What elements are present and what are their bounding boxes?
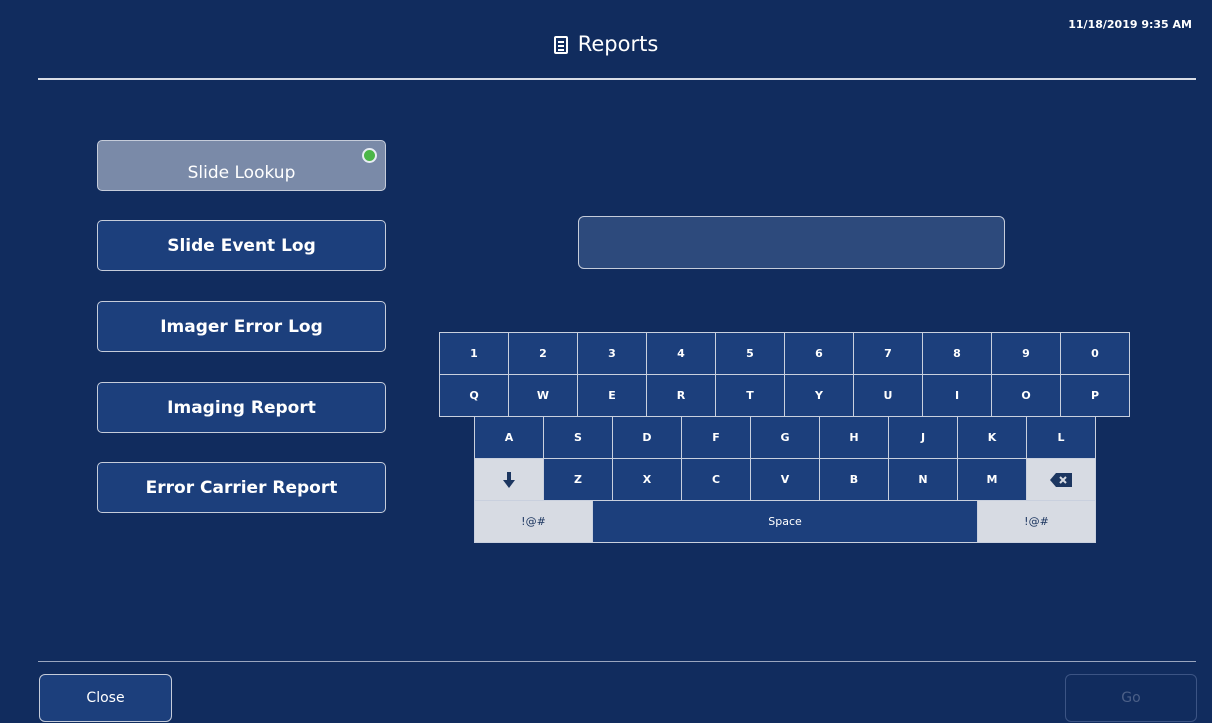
timestamp: 11/18/2019 9:35 AM bbox=[1068, 18, 1192, 31]
key-8[interactable]: 8 bbox=[922, 332, 992, 375]
key-q[interactable]: Q bbox=[439, 374, 509, 417]
key-0[interactable]: 0 bbox=[1060, 332, 1130, 375]
keyboard-row-zxcv: Z X C V B N M bbox=[474, 458, 1096, 501]
key-i[interactable]: I bbox=[922, 374, 992, 417]
key-7[interactable]: 7 bbox=[853, 332, 923, 375]
key-9[interactable]: 9 bbox=[991, 332, 1061, 375]
error-carrier-report-label: Error Carrier Report bbox=[145, 477, 338, 498]
key-1[interactable]: 1 bbox=[439, 332, 509, 375]
key-o[interactable]: O bbox=[991, 374, 1061, 417]
slide-lookup-button[interactable]: Slide Lookup bbox=[97, 140, 386, 191]
key-p[interactable]: P bbox=[1060, 374, 1130, 417]
imaging-report-button[interactable]: Imaging Report bbox=[97, 382, 386, 433]
key-6[interactable]: 6 bbox=[784, 332, 854, 375]
backspace-key[interactable] bbox=[1026, 458, 1096, 501]
page-title: Reports bbox=[6, 32, 1206, 56]
shift-key[interactable] bbox=[474, 458, 544, 501]
key-4[interactable]: 4 bbox=[646, 332, 716, 375]
key-f[interactable]: F bbox=[681, 416, 751, 459]
reports-screen: Reports 11/18/2019 9:35 AM Slide Lookup … bbox=[6, 6, 1206, 722]
key-b[interactable]: B bbox=[819, 458, 889, 501]
key-m[interactable]: M bbox=[957, 458, 1027, 501]
go-button[interactable]: Go bbox=[1065, 674, 1197, 722]
document-icon bbox=[553, 36, 568, 54]
imaging-report-label: Imaging Report bbox=[167, 397, 316, 418]
symbols-key-left[interactable]: !@# bbox=[474, 500, 593, 543]
keyboard-row-asdf: A S D F G H J K L bbox=[474, 416, 1096, 459]
key-v[interactable]: V bbox=[750, 458, 820, 501]
key-c[interactable]: C bbox=[681, 458, 751, 501]
key-k[interactable]: K bbox=[957, 416, 1027, 459]
key-u[interactable]: U bbox=[853, 374, 923, 417]
key-w[interactable]: W bbox=[508, 374, 578, 417]
page-title-text: Reports bbox=[577, 32, 659, 56]
keyboard-row-space: !@# Space !@# bbox=[474, 500, 1096, 543]
selected-indicator-icon bbox=[362, 148, 377, 163]
header-divider bbox=[38, 78, 1196, 80]
key-g[interactable]: G bbox=[750, 416, 820, 459]
error-carrier-report-button[interactable]: Error Carrier Report bbox=[97, 462, 386, 513]
symbols-key-right[interactable]: !@# bbox=[977, 500, 1096, 543]
key-d[interactable]: D bbox=[612, 416, 682, 459]
slide-event-log-button[interactable]: Slide Event Log bbox=[97, 220, 386, 271]
key-j[interactable]: J bbox=[888, 416, 958, 459]
key-x[interactable]: X bbox=[612, 458, 682, 501]
space-key[interactable]: Space bbox=[592, 500, 978, 543]
key-z[interactable]: Z bbox=[543, 458, 613, 501]
slide-event-log-label: Slide Event Log bbox=[167, 235, 316, 256]
arrow-down-icon bbox=[503, 471, 515, 488]
imager-error-log-label: Imager Error Log bbox=[160, 316, 323, 337]
slide-lookup-label: Slide Lookup bbox=[187, 162, 296, 183]
keyboard-row-numbers: 1 2 3 4 5 6 7 8 9 0 bbox=[439, 332, 1130, 375]
key-a[interactable]: A bbox=[474, 416, 544, 459]
slide-id-input[interactable] bbox=[578, 216, 1005, 269]
key-t[interactable]: T bbox=[715, 374, 785, 417]
key-l[interactable]: L bbox=[1026, 416, 1096, 459]
imager-error-log-button[interactable]: Imager Error Log bbox=[97, 301, 386, 352]
key-r[interactable]: R bbox=[646, 374, 716, 417]
key-2[interactable]: 2 bbox=[508, 332, 578, 375]
key-5[interactable]: 5 bbox=[715, 332, 785, 375]
key-e[interactable]: E bbox=[577, 374, 647, 417]
keyboard-row-qwerty: Q W E R T Y U I O P bbox=[439, 374, 1130, 417]
backspace-icon bbox=[1050, 472, 1072, 487]
key-y[interactable]: Y bbox=[784, 374, 854, 417]
key-h[interactable]: H bbox=[819, 416, 889, 459]
close-button[interactable]: Close bbox=[39, 674, 172, 722]
key-n[interactable]: N bbox=[888, 458, 958, 501]
key-3[interactable]: 3 bbox=[577, 332, 647, 375]
key-s[interactable]: S bbox=[543, 416, 613, 459]
footer-divider bbox=[38, 661, 1196, 662]
